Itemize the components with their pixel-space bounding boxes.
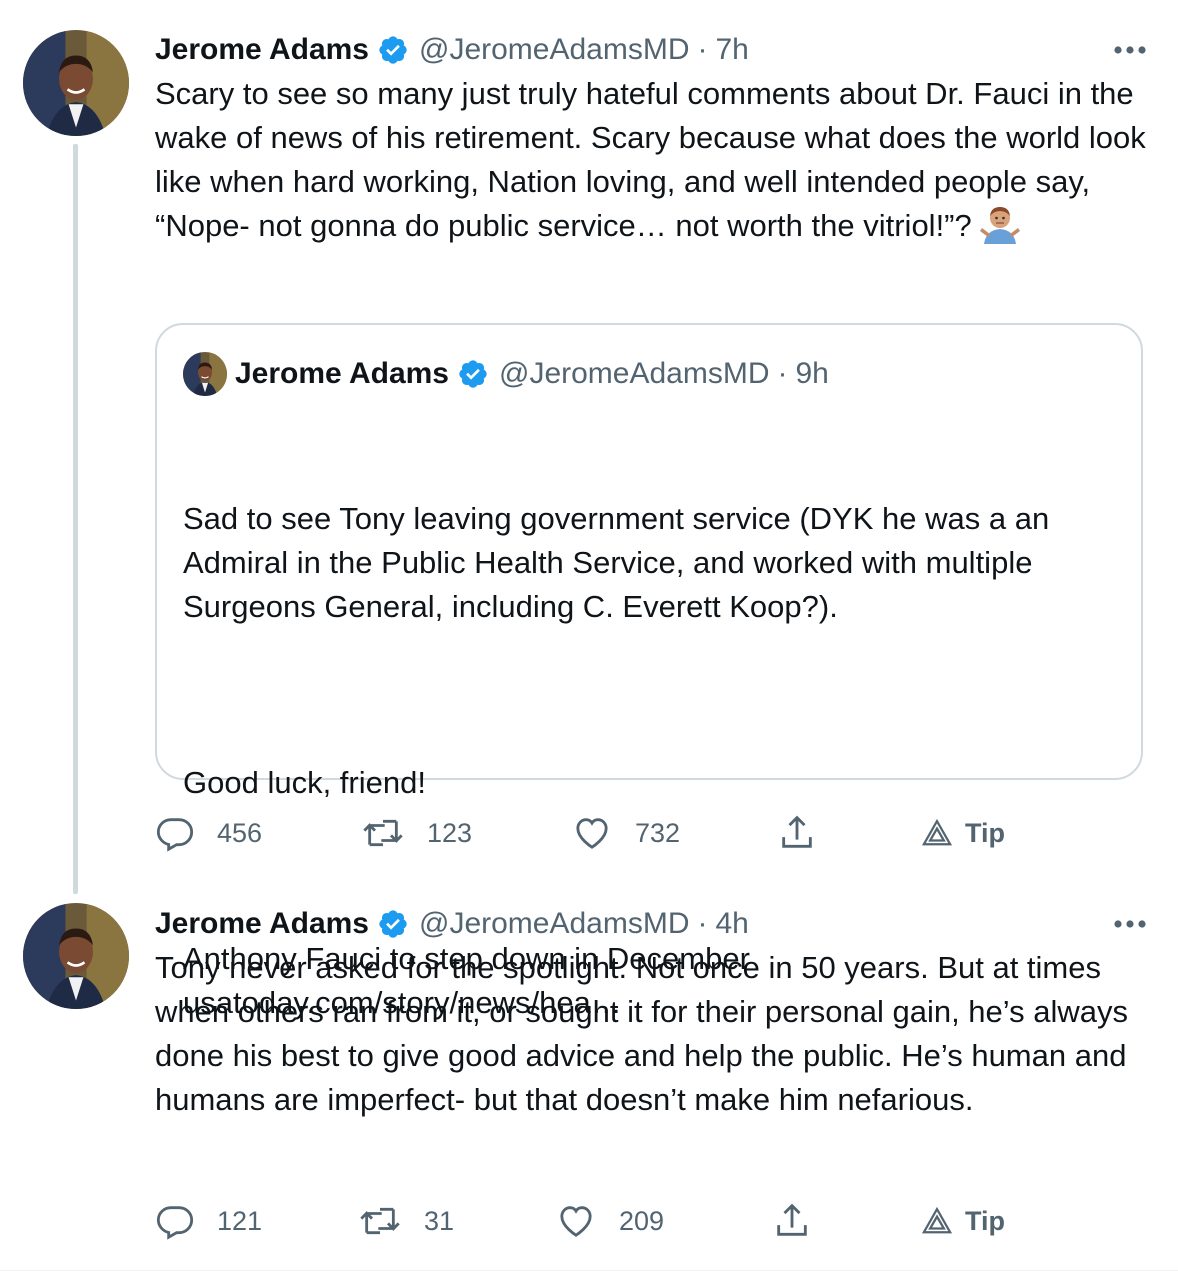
tip-icon	[921, 1206, 953, 1234]
verified-badge-icon	[379, 910, 407, 938]
heart-icon	[560, 1206, 592, 1237]
author-name[interactable]: Jerome Adams	[155, 907, 369, 941]
timestamp[interactable]: 4h	[716, 907, 749, 941]
author-name[interactable]: Jerome Adams	[155, 33, 369, 67]
quoted-paragraph: Sad to see Tony leaving government servi…	[183, 501, 1057, 624]
tweet-1[interactable]: Jerome Adams @JeromeAdamsMD · 7h Scary t…	[0, 0, 1178, 1020]
retweet-button[interactable]: 123	[361, 811, 472, 855]
share-button[interactable]	[777, 811, 839, 855]
quoted-timestamp: 9h	[795, 357, 829, 390]
more-options-icon[interactable]	[1110, 904, 1150, 944]
retweet-count: 123	[427, 817, 473, 848]
avatar[interactable]	[23, 903, 129, 1009]
timestamp[interactable]: 7h	[716, 33, 749, 67]
tweet-actions: 456 123 732 Tip	[155, 811, 1055, 855]
tweet-text: Tony never asked for the spotlight. Not …	[155, 950, 1137, 1117]
separator-dot: ·	[697, 907, 708, 940]
person-shrugging-emoji-icon	[979, 204, 1020, 256]
verified-badge-icon	[379, 36, 407, 64]
tip-label: Tip	[965, 1205, 1005, 1236]
retweet-icon	[360, 1207, 400, 1235]
tweet-header: Jerome Adams @JeromeAdamsMD · 4h	[155, 904, 1150, 944]
tweet-2[interactable]: Jerome Adams @JeromeAdamsMD · 4h Tony ne…	[0, 890, 1178, 1270]
quoted-tweet[interactable]: Jerome Adams @JeromeAdamsMD · 9h Sad to …	[155, 323, 1143, 1020]
share-button[interactable]	[772, 1199, 834, 1243]
tip-label: Tip	[965, 817, 1005, 848]
tweet-header: Jerome Adams @JeromeAdamsMD · 7h	[155, 30, 1150, 70]
reply-count: 456	[217, 817, 263, 848]
like-button[interactable]: 732	[571, 811, 680, 855]
heart-icon	[576, 818, 608, 849]
reply-count: 121	[217, 1205, 263, 1236]
share-icon	[782, 815, 812, 848]
retweet-count: 31	[424, 1205, 455, 1236]
tweet-actions: 121 31 209 Tip	[155, 1199, 1055, 1243]
share-icon	[777, 1203, 807, 1236]
bottom-divider	[0, 1270, 1178, 1271]
separator-dot: ·	[777, 357, 788, 390]
like-count: 209	[619, 1205, 665, 1236]
quoted-tweet-header: Jerome Adams @JeromeAdamsMD · 9h	[183, 351, 1123, 397]
separator-dot: ·	[697, 33, 708, 66]
retweet-button[interactable]: 31	[358, 1199, 454, 1243]
tweet-text: Scary to see so many just truly hateful …	[155, 72, 1150, 256]
reply-button[interactable]: 456	[155, 811, 262, 855]
quoted-avatar	[183, 352, 227, 396]
retweet-icon	[363, 819, 403, 847]
quoted-author-handle: @JeromeAdamsMD	[498, 357, 770, 390]
more-options-icon[interactable]	[1110, 30, 1150, 70]
quoted-author-name: Jerome Adams	[235, 357, 449, 390]
reply-button[interactable]: 121	[155, 1199, 262, 1243]
quoted-paragraph: Good luck, friend!	[183, 765, 426, 800]
like-count: 732	[635, 817, 681, 848]
avatar[interactable]	[23, 30, 129, 136]
like-button[interactable]: 209	[555, 1199, 664, 1243]
tip-icon	[921, 818, 953, 846]
author-handle[interactable]: @JeromeAdamsMD	[419, 33, 690, 67]
verified-badge-icon	[459, 360, 487, 388]
tip-button[interactable]: Tip	[921, 811, 1005, 855]
reply-icon	[156, 1206, 194, 1240]
reply-icon	[156, 818, 194, 852]
author-handle[interactable]: @JeromeAdamsMD	[419, 907, 690, 941]
tip-button[interactable]: Tip	[921, 1199, 1005, 1243]
